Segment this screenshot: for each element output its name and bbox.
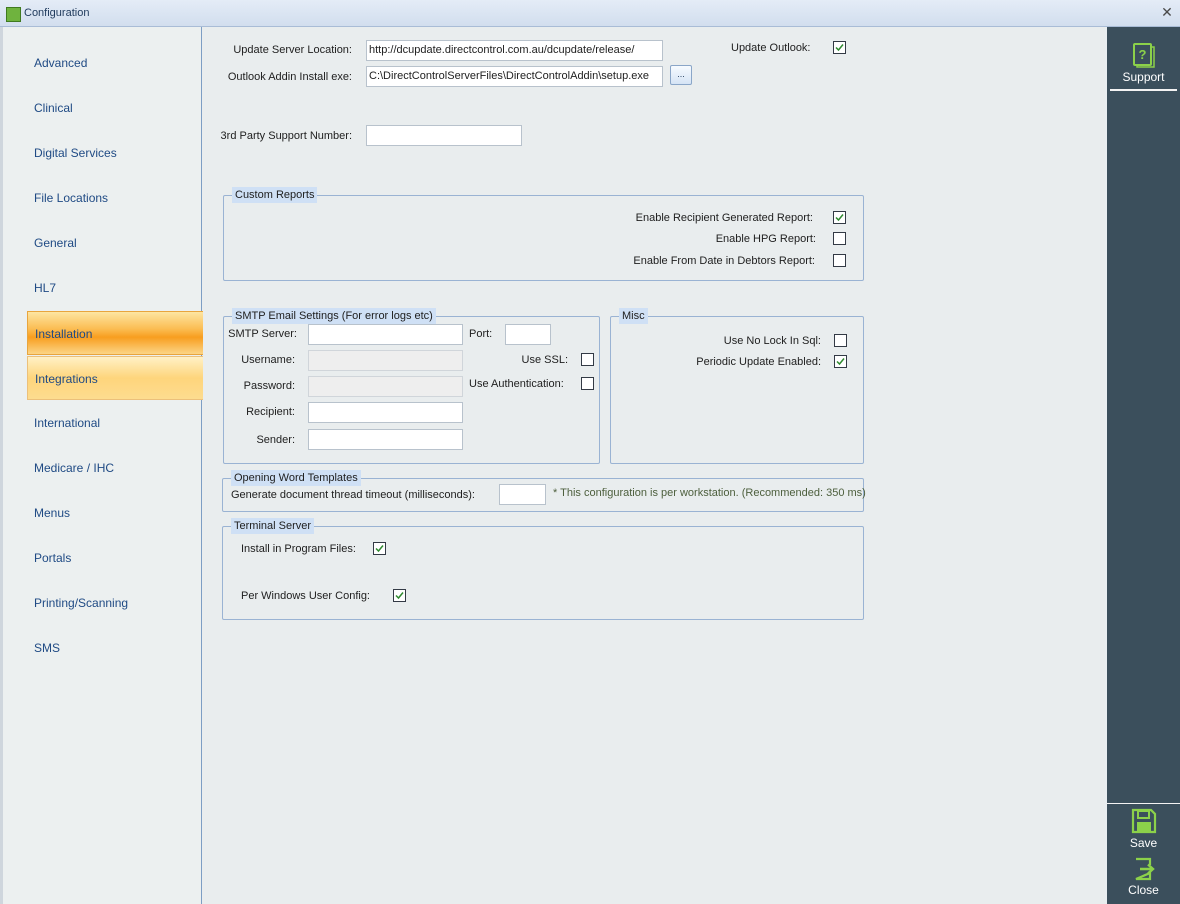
third-party-support-label: 3rd Party Support Number: [220,130,352,142]
svg-text:?: ? [1138,47,1146,62]
per-user-config-checkbox[interactable] [393,589,406,602]
close-button[interactable]: Close [1107,857,1180,897]
use-authentication-label: Use Authentication: [469,378,564,390]
window-close-icon[interactable]: ✕ [1158,4,1176,22]
action-separator [1107,803,1180,804]
install-program-files-label: Install in Program Files: [241,543,356,555]
exit-door-icon [1135,857,1155,881]
use-ssl-checkbox[interactable] [581,353,594,366]
title-bar: Configuration ✕ [0,0,1180,27]
smtp-settings-title: SMTP Email Settings (For error logs etc) [232,308,436,324]
smtp-server-input[interactable] [308,324,463,345]
sidebar-item-international[interactable]: International [27,401,204,445]
recipient-label: Recipient: [246,406,295,418]
browse-button[interactable]: ... [670,65,692,85]
username-input [308,350,463,371]
check-icon [836,358,845,366]
password-label: Password: [243,380,295,392]
hpg-report-checkbox[interactable] [833,232,846,245]
password-input [308,376,463,397]
port-label: Port: [469,328,493,340]
sidebar-item-general[interactable]: General [27,221,204,265]
username-label: Username: [241,354,295,366]
support-selected-indicator [1110,89,1177,91]
save-button[interactable]: Save [1107,808,1180,850]
sidebar-item-sms[interactable]: SMS [27,626,204,670]
smtp-settings-group: SMTP Email Settings (For error logs etc)… [223,308,600,464]
sidebar-item-clinical[interactable]: Clinical [27,86,204,130]
outlook-addin-label: Outlook Addin Install exe: [227,71,352,83]
save-disk-icon [1131,808,1156,834]
terminal-server-title: Terminal Server [231,518,315,534]
sender-label: Sender: [256,434,295,446]
from-date-debtors-label: Enable From Date in Debtors Report: [633,255,815,267]
thread-timeout-label: Generate document thread timeout (millis… [231,489,475,501]
port-input[interactable] [505,324,551,345]
action-bar: ? Support Save Close [1105,27,1180,904]
periodic-update-label: Periodic Update Enabled: [696,356,821,368]
use-ssl-label: Use SSL: [521,354,568,366]
sender-input[interactable] [308,429,463,450]
settings-sidebar: Advanced Clinical Digital Services File … [0,27,204,904]
periodic-update-checkbox[interactable] [834,355,847,368]
word-templates-title: Opening Word Templates [231,470,361,486]
smtp-server-label: SMTP Server: [228,328,297,340]
save-label: Save [1129,836,1158,850]
support-label: Support [1122,70,1165,84]
thread-timeout-input[interactable] [499,484,546,505]
outlook-addin-input[interactable]: C:\DirectControlServerFiles\DirectContro… [366,66,663,87]
use-no-lock-checkbox[interactable] [834,334,847,347]
from-date-debtors-checkbox[interactable] [833,254,846,267]
recipient-generated-report-checkbox[interactable] [833,211,846,224]
use-authentication-checkbox[interactable] [581,377,594,390]
word-templates-group: Opening Word Templates Generate document… [222,470,866,512]
custom-reports-group: Custom Reports Enable Recipient Generate… [223,187,864,281]
installation-panel: Update Server Location: http://dcupdate.… [203,27,1105,904]
terminal-server-group: Terminal Server Install in Program Files… [222,518,864,620]
recipient-input[interactable] [308,402,463,423]
custom-reports-title: Custom Reports [232,187,318,203]
misc-group: Misc Use No Lock In Sql: Periodic Update… [610,308,864,464]
sidebar-item-medicare-ihc[interactable]: Medicare / IHC [27,446,204,490]
sidebar-item-file-locations[interactable]: File Locations [27,176,204,220]
sidebar-item-printing-scanning[interactable]: Printing/Scanning [27,581,204,625]
help-book-icon: ? [1132,43,1155,68]
sidebar-item-hl7[interactable]: HL7 [27,266,204,310]
update-server-label: Update Server Location: [233,44,352,56]
update-outlook-checkbox[interactable] [833,41,846,54]
update-server-input[interactable]: http://dcupdate.directcontrol.com.au/dcu… [366,40,663,61]
third-party-support-input[interactable] [366,125,522,146]
close-label: Close [1128,883,1159,897]
sidebar-item-digital-services[interactable]: Digital Services [27,131,204,175]
check-icon [375,545,384,553]
per-user-config-label: Per Windows User Config: [241,590,370,602]
check-icon [835,44,844,52]
support-button[interactable]: ? Support [1107,42,1180,84]
sidebar-item-integrations[interactable]: Integrations [27,356,204,400]
misc-title: Misc [619,308,648,324]
check-icon [395,592,404,600]
sidebar-item-portals[interactable]: Portals [27,536,204,580]
check-icon [835,214,844,222]
update-outlook-label: Update Outlook: [731,42,811,54]
recipient-generated-report-label: Enable Recipient Generated Report: [635,212,813,224]
use-no-lock-label: Use No Lock In Sql: [723,335,821,347]
app-icon [6,7,21,22]
timeout-recommendation-note: * This configuration is per workstation.… [553,487,866,499]
window-title: Configuration [24,7,90,19]
sidebar-item-advanced[interactable]: Advanced [27,41,204,85]
hpg-report-label: Enable HPG Report: [715,233,816,245]
sidebar-item-installation[interactable]: Installation [27,311,204,355]
install-program-files-checkbox[interactable] [373,542,386,555]
sidebar-item-menus[interactable]: Menus [27,491,204,535]
